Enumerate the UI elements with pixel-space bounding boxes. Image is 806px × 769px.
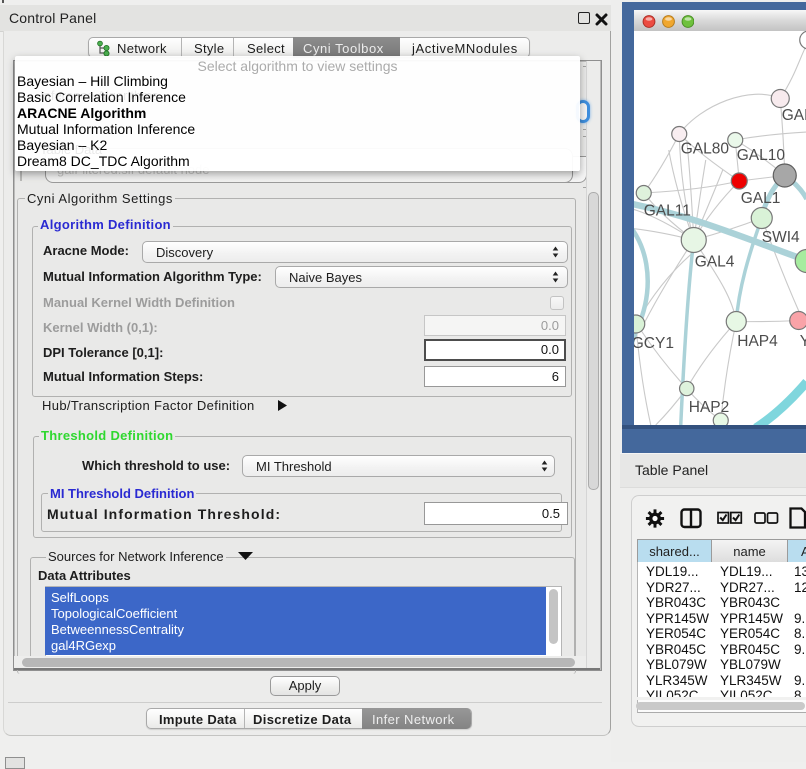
- svg-text:HAP2: HAP2: [688, 399, 729, 416]
- svg-text:GAL7: GAL7: [781, 107, 806, 124]
- svg-text:GCY1: GCY1: [634, 335, 674, 352]
- svg-text:GAL4: GAL4: [694, 254, 734, 271]
- svg-text:GAL80: GAL80: [680, 141, 729, 158]
- svg-text:GAL10: GAL10: [736, 147, 785, 164]
- svg-text:GAL1: GAL1: [740, 190, 780, 207]
- svg-text:HAP4: HAP4: [737, 333, 778, 350]
- svg-text:SWI4: SWI4: [761, 229, 799, 246]
- svg-text:GAL11: GAL11: [643, 203, 690, 220]
- svg-text:Y: Y: [799, 333, 806, 350]
